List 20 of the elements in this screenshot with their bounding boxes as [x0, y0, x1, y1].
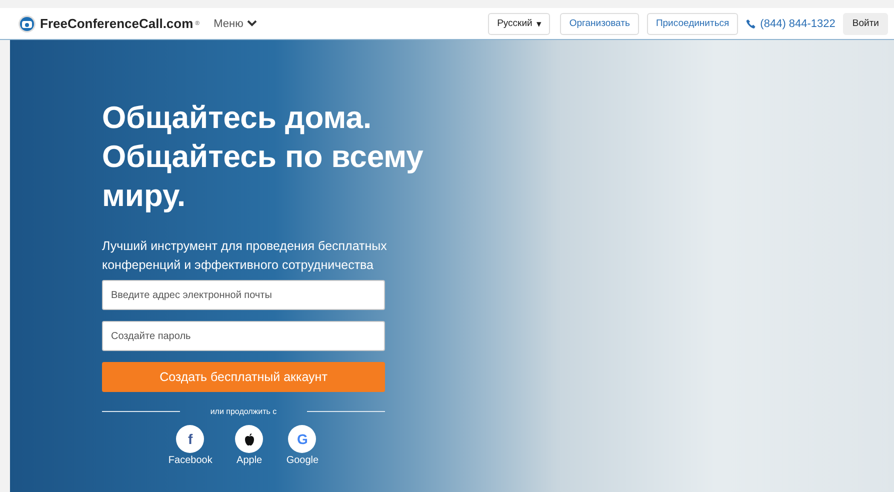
- social-login-button[interactable]: f Facebook: [168, 425, 212, 466]
- phone-logo-icon: [18, 14, 38, 32]
- email-field[interactable]: Введите адрес электронной почты: [102, 280, 385, 310]
- hero-headline: Общайтесь дома.: [102, 99, 373, 137]
- host-button[interactable]: Организовать: [560, 12, 639, 34]
- menu-button[interactable]: Меню: [214, 18, 258, 30]
- hero-subtitle: Лучший инструмент для проведения бесплатных конференций и эффективного сотрудничества: [102, 238, 388, 274]
- logo-text[interactable]: FreeConferenceCall.com: [40, 16, 194, 31]
- phone-icon: [746, 18, 756, 28]
- divider-text: или продолжить с: [210, 407, 277, 416]
- phone-number[interactable]: (844) 844-1322: [760, 18, 836, 30]
- hero-headline: миру.: [102, 177, 187, 215]
- join-button[interactable]: Присоединиться: [646, 12, 738, 34]
- logo-letter: f: [188, 431, 193, 447]
- login-button[interactable]: Войти: [843, 12, 888, 34]
- language-dropdown[interactable]: Русский ▾: [488, 12, 550, 34]
- hero-headline: Общайтесь по всему: [102, 138, 424, 176]
- logo-letter: G: [297, 431, 308, 447]
- password-field[interactable]: Создайте пароль: [102, 321, 385, 351]
- chevron-down-icon: [247, 20, 258, 27]
